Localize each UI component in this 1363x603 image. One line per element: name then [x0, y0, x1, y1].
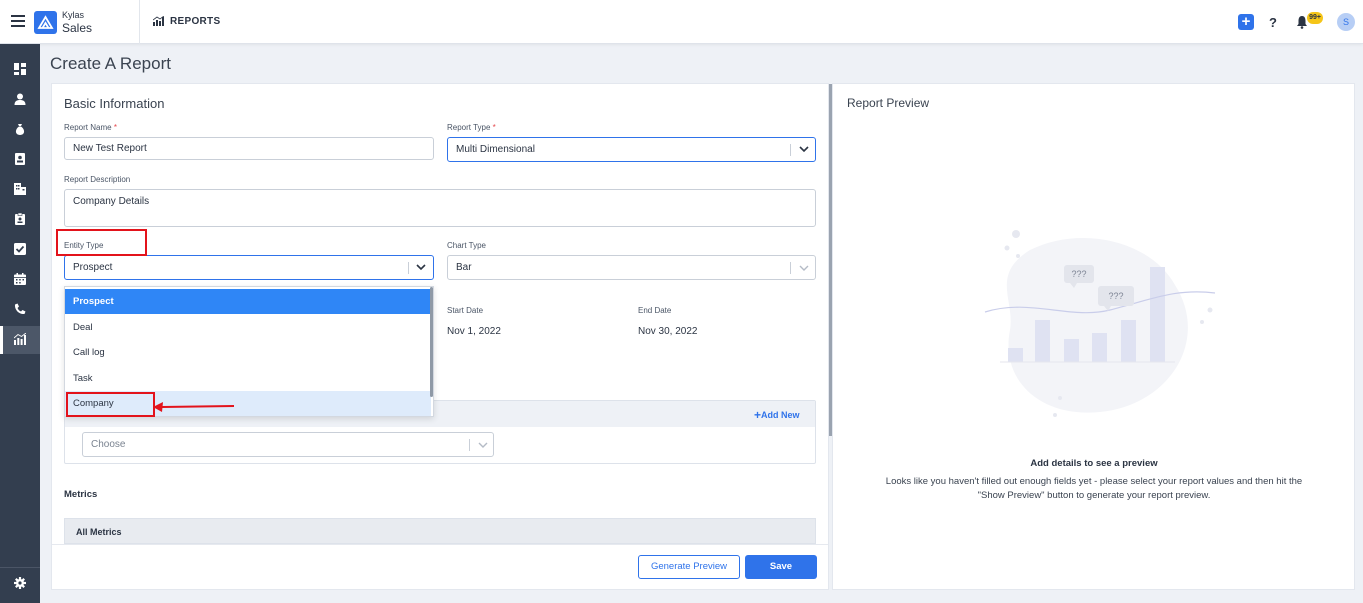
annotation-company-highlight — [66, 392, 155, 417]
chevron-down-icon — [416, 264, 426, 271]
sidebar — [0, 44, 40, 603]
report-name-label-text: Report Name — [64, 123, 112, 132]
report-name-value: New Test Report — [73, 143, 147, 154]
sidebar-item-settings[interactable] — [0, 570, 40, 598]
brand-product: Sales — [62, 21, 93, 35]
sidebar-item-leads[interactable] — [0, 146, 40, 174]
preview-empty-heading: Add details to see a preview — [1030, 458, 1158, 469]
sidebar-item-contacts[interactable] — [0, 86, 40, 114]
sidebar-item-calendar[interactable] — [0, 266, 40, 294]
report-description-textarea[interactable]: Company Details — [64, 189, 816, 227]
plus-icon: + — [754, 408, 762, 422]
save-button[interactable]: Save — [745, 555, 817, 579]
dropdown-option-task[interactable]: Task — [65, 366, 431, 391]
chevron-down-icon — [799, 265, 809, 271]
report-chart-icon — [14, 333, 26, 345]
preview-empty-message: Looks like you haven't filled out enough… — [858, 475, 1330, 503]
select-separator — [790, 262, 791, 274]
report-name-input[interactable]: New Test Report — [64, 137, 434, 160]
all-metrics-header[interactable]: All Metrics — [64, 518, 816, 544]
select-separator — [408, 262, 409, 274]
module-title-text: REPORTS — [170, 16, 221, 27]
metrics-title: Metrics — [64, 489, 98, 500]
brand-company: Kylas — [62, 10, 85, 20]
end-date-label: End Date — [638, 306, 672, 315]
phone-icon — [14, 303, 26, 315]
required-mark: * — [113, 123, 117, 132]
top-bar: Kylas Sales REPORTS + ? 99+ S — [0, 0, 1363, 44]
end-date-value[interactable]: Nov 30, 2022 — [638, 326, 698, 337]
select-separator — [790, 144, 791, 156]
report-chart-icon — [152, 15, 165, 26]
start-date-label: Start Date — [447, 306, 484, 315]
report-description-value: Company Details — [73, 196, 150, 207]
add-new-button[interactable]: +Add New — [754, 408, 800, 422]
dropdown-option-deal[interactable]: Deal — [65, 315, 431, 340]
help-icon[interactable]: ? — [1269, 15, 1277, 30]
chart-type-label: Chart Type — [447, 241, 486, 250]
chart-illustration: ??? ??? — [984, 230, 1216, 417]
notification-badge: 99+ — [1307, 12, 1323, 24]
kylas-logo[interactable] — [34, 11, 57, 34]
chart-type-value: Bar — [456, 262, 472, 273]
sidebar-divider — [0, 567, 40, 568]
calendar-icon — [14, 273, 26, 285]
basic-information-title: Basic Information — [64, 96, 165, 111]
preview-message-line-2: "Show Preview" button to generate your r… — [977, 490, 1211, 501]
quick-add-button[interactable]: + — [1238, 14, 1254, 30]
entity-type-value: Prospect — [73, 262, 113, 273]
report-type-value: Multi Dimensional — [456, 144, 535, 155]
page-title: Create A Report — [50, 54, 171, 73]
clipboard-icon — [15, 213, 25, 225]
group-by-select[interactable]: Choose — [82, 432, 494, 457]
group-by-placeholder: Choose — [91, 439, 126, 450]
report-type-label: Report Type * — [447, 123, 496, 132]
illustration-mark: ??? — [1108, 291, 1123, 301]
sidebar-item-deals[interactable] — [0, 116, 40, 144]
dropdown-option-call-log[interactable]: Call log — [65, 340, 431, 365]
entity-type-select[interactable]: Prospect — [64, 255, 434, 280]
preview-message-line-1: Looks like you haven't filled out enough… — [885, 476, 1303, 487]
report-type-select[interactable]: Multi Dimensional — [447, 137, 816, 162]
start-date-value[interactable]: Nov 1, 2022 — [447, 326, 501, 337]
add-new-label: Add New — [761, 410, 800, 420]
sidebar-item-reports[interactable] — [0, 326, 40, 354]
chevron-down-icon — [478, 442, 488, 448]
report-type-label-text: Report Type — [447, 123, 491, 132]
checkbox-icon — [14, 243, 26, 255]
sidebar-item-documents[interactable] — [0, 206, 40, 234]
chart-type-select[interactable]: Bar — [447, 255, 816, 280]
annotation-entity-type-highlight — [56, 229, 147, 256]
user-icon — [14, 93, 26, 105]
sidebar-item-tasks[interactable] — [0, 236, 40, 264]
generate-preview-button[interactable]: Generate Preview — [638, 555, 740, 579]
annotation-arrow-icon — [153, 402, 235, 412]
report-preview-title: Report Preview — [847, 96, 930, 110]
report-description-label: Report Description — [64, 175, 131, 184]
dropdown-scrollbar[interactable] — [430, 287, 433, 397]
module-title: REPORTS — [152, 15, 221, 27]
sidebar-item-companies[interactable] — [0, 176, 40, 204]
id-card-icon — [15, 153, 25, 165]
avatar[interactable]: S — [1337, 13, 1355, 31]
required-mark: * — [492, 123, 496, 132]
sidebar-item-dashboard[interactable] — [0, 56, 40, 84]
money-bag-icon — [15, 124, 25, 135]
dropdown-option-prospect[interactable]: Prospect — [65, 289, 431, 314]
hamburger-menu-icon[interactable] — [11, 15, 25, 27]
header-divider — [139, 0, 140, 44]
dashboard-icon — [14, 63, 26, 75]
sidebar-item-calls[interactable] — [0, 296, 40, 324]
building-icon — [14, 183, 26, 195]
chevron-down-icon — [799, 146, 809, 153]
illustration-mark: ??? — [1071, 269, 1086, 279]
gear-icon — [14, 577, 26, 589]
select-separator — [469, 439, 470, 451]
report-name-label: Report Name * — [64, 123, 117, 132]
